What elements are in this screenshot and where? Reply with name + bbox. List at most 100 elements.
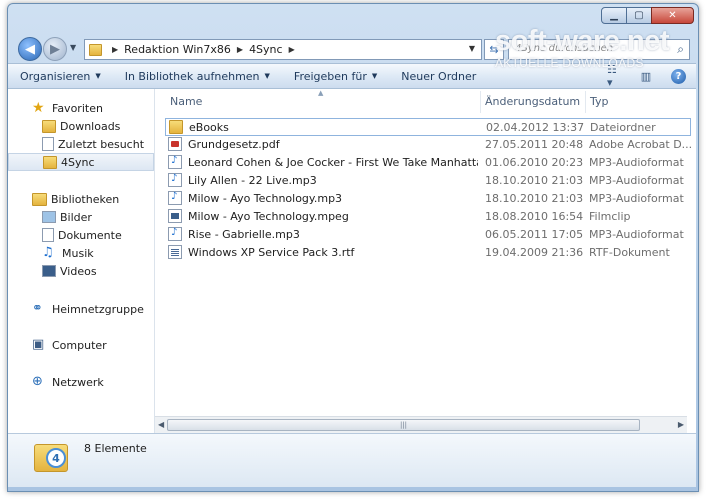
details-pane: 4 8 Elemente [8,433,696,487]
computer-icon: ▣ [32,337,45,352]
file-row[interactable]: Lily Allen - 22 Live.mp3 18.10.2010 21:0… [165,172,691,190]
file-row[interactable]: Milow - Ayo Technology.mpeg 18.08.2010 1… [165,208,691,226]
file-name: Windows XP Service Pack 3.rtf [188,246,355,259]
nav-homegroup[interactable]: ⚭ Heimnetzgruppe [8,300,178,318]
breadcrumb-separator-icon[interactable]: ▶ [289,45,295,54]
file-type: RTF-Dokument [589,246,670,259]
navigation-row: ◀ ▶ ▼ ▶ Redaktion Win7x86 ▶ 4Sync ▶ ▼ ⇆ … [18,37,690,63]
file-list: ▲ Name Änderungsdatum Typ eBooks 02.04.2… [155,89,696,433]
help-icon[interactable]: ? [671,68,686,84]
nav-libraries-label: Bibliotheken [51,192,120,206]
file-row[interactable]: eBooks 02.04.2012 13:37 Dateiordner [165,118,691,136]
organize-label: Organisieren [20,69,91,83]
organize-button[interactable]: Organisieren ▼ [8,64,113,88]
new-folder-label: Neuer Ordner [401,69,477,83]
file-date: 18.10.2010 21:03 [485,192,584,205]
file-name: eBooks [189,121,229,134]
file-row[interactable]: Grundgesetz.pdf 27.05.2011 20:48 Adobe A… [165,136,692,154]
network-icon: ⊕ [32,374,43,389]
file-type: Filmclip [589,210,631,223]
minimize-button[interactable]: ▁ [601,7,627,24]
file-date: 06.05.2011 17:05 [485,228,584,241]
downloads-folder-icon [42,119,56,133]
video-icon [168,209,182,223]
include-library-label: In Bibliothek aufnehmen [124,69,260,83]
file-type: MP3-Audioformat [589,228,684,241]
recent-pages-dropdown[interactable]: ▼ [70,43,76,52]
include-in-library-button[interactable]: In Bibliothek aufnehmen ▼ [113,64,282,88]
file-name: Leonard Cohen & Joe Cocker - First We Ta… [188,156,478,169]
file-name: Rise - Gabrielle.mp3 [188,228,300,241]
file-name: Grundgesetz.pdf [188,138,280,151]
column-type[interactable]: Typ [590,95,609,108]
share-with-button[interactable]: Freigeben für ▼ [282,64,389,88]
command-bar: Organisieren ▼ In Bibliothek aufnehmen ▼… [8,63,696,89]
recent-places-icon [42,137,54,151]
file-date: 18.08.2010 16:54 [485,210,584,223]
scroll-right-icon[interactable]: ▶ [678,420,684,429]
search-placeholder: 4Sync durchsuchen [515,43,614,54]
file-row[interactable]: Milow - Ayo Technology.mp3 18.10.2010 21… [165,190,691,208]
caption-buttons: ▁ ▢ ✕ [601,7,694,24]
address-dropdown-icon[interactable]: ▼ [469,44,475,53]
scroll-left-icon[interactable]: ◀ [158,420,164,429]
breadcrumb-item[interactable]: Redaktion Win7x86 [124,43,231,56]
search-icon[interactable]: ⌕ [677,42,684,57]
horizontal-scrollbar[interactable]: ◀ ||| ▶ [155,416,687,433]
chevron-down-icon: ▼ [95,72,101,80]
nav-4sync[interactable]: 4Sync [8,153,154,171]
chevron-down-icon: ▼ [264,72,270,80]
maximize-button[interactable]: ▢ [626,7,652,24]
breadcrumb-separator-icon[interactable]: ▶ [237,45,243,54]
nav-pictures-label: Bilder [60,210,92,224]
file-name: Milow - Ayo Technology.mpeg [188,210,349,223]
close-button[interactable]: ✕ [651,7,694,24]
nav-network[interactable]: ⊕ Netzwerk [8,373,178,391]
refresh-button[interactable]: ⇆ [484,39,504,60]
nav-4sync-label: 4Sync [61,155,95,169]
file-type: Dateiordner [590,121,656,134]
file-row[interactable]: Windows XP Service Pack 3.rtf 19.04.2009… [165,244,691,262]
nav-music-label: Musik [62,246,94,260]
nav-network-label: Netzwerk [52,375,104,389]
file-name: Lily Allen - 22 Live.mp3 [188,174,317,187]
4sync-folder-icon [43,155,57,169]
mp3-icon [168,191,182,205]
back-button[interactable]: ◀ [18,37,42,61]
nav-libraries[interactable]: Bibliotheken [8,190,178,208]
nav-computer[interactable]: ▣ Computer [8,336,178,354]
breadcrumb-separator-icon[interactable]: ▶ [112,45,118,54]
item-count: 8 Elemente [84,442,147,455]
preview-pane-icon[interactable]: ▥ [639,70,653,83]
file-type: MP3-Audioformat [589,174,684,187]
column-name[interactable]: Name [170,95,202,108]
homegroup-icon: ⚭ [32,301,43,316]
file-row[interactable]: Leonard Cohen & Joe Cocker - First We Ta… [165,154,691,172]
rtf-icon [168,245,182,259]
pdf-icon [168,137,182,151]
file-row[interactable]: Rise - Gabrielle.mp3 06.05.2011 17:05 MP… [165,226,691,244]
new-folder-button[interactable]: Neuer Ordner [389,64,488,88]
arrow-right-icon: ▶ [50,41,60,57]
column-date[interactable]: Änderungsdatum [485,95,580,108]
column-header-row: ▲ Name Änderungsdatum Typ [155,89,696,115]
file-date: 18.10.2010 21:03 [485,174,584,187]
breadcrumb-item[interactable]: 4Sync [249,43,283,56]
file-date: 19.04.2009 21:36 [485,246,584,259]
view-options-icon[interactable]: ☷ ▾ [607,63,621,89]
file-type: MP3-Audioformat [589,156,684,169]
nav-computer-label: Computer [52,338,107,352]
column-divider[interactable] [480,91,481,113]
address-bar[interactable]: ▶ Redaktion Win7x86 ▶ 4Sync ▶ ▼ [84,39,482,60]
mp3-icon [168,227,182,241]
forward-button[interactable]: ▶ [43,37,67,61]
sort-ascending-icon: ▲ [318,89,324,97]
music-icon: ♫ [42,245,54,260]
nav-favorites[interactable]: ★ Favoriten [8,99,178,117]
chevron-down-icon: ▼ [371,72,378,80]
file-type: MP3-Audioformat [589,192,684,205]
column-divider[interactable] [585,91,586,113]
scrollbar-thumb[interactable]: ||| [167,419,640,431]
folder-icon [169,120,183,134]
search-input[interactable]: 4Sync durchsuchen ⌕ [508,39,690,60]
